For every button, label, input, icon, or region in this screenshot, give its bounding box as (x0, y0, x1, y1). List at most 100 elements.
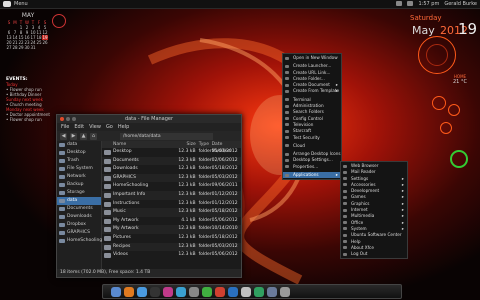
table-row[interactable]: Pictures 12.3 kB folder 05/18/2012 (102, 234, 241, 243)
menu-item-icon (343, 170, 347, 174)
menu-edit[interactable]: Edit (74, 123, 84, 131)
menu-item-icon (343, 221, 347, 225)
volume-icon[interactable] (407, 1, 414, 6)
sidebar-item[interactable]: data (57, 141, 101, 149)
file-name: Recipes (113, 243, 131, 249)
folder-icon (104, 184, 111, 190)
home-icon[interactable]: ⌂ (90, 132, 97, 140)
chat-icon[interactable] (202, 286, 212, 297)
menu-item[interactable]: Cloud (283, 143, 341, 149)
photos-icon[interactable] (176, 286, 186, 297)
table-row[interactable]: Music 12.3 kB folder 05/18/2012 (102, 208, 241, 217)
chevron-right-icon: ▸ (335, 88, 338, 94)
terminal-icon[interactable] (150, 286, 160, 297)
file-name: GRAPHICS (113, 174, 136, 180)
menu-item[interactable]: Create From Template ▸ (283, 88, 341, 94)
event-item[interactable]: • Flower shop run (6, 117, 58, 122)
forward-icon[interactable]: ▶ (70, 132, 77, 140)
settings-icon[interactable] (189, 286, 199, 297)
file-type: folder (198, 234, 212, 240)
table-row[interactable]: My Artwork 4.1 kB folder 05/06/2012 (102, 217, 241, 226)
menu-item[interactable]: Properties... (283, 164, 341, 170)
sidebar-item[interactable]: Dropbox (57, 221, 101, 229)
menu-go[interactable]: Go (106, 123, 113, 131)
table-row[interactable]: Instructions 12.3 kB folder 01/12/2012 (102, 200, 241, 209)
browser-icon[interactable] (124, 286, 134, 297)
trash-icon[interactable] (280, 286, 290, 297)
sidebar-item[interactable]: Downloads (57, 213, 101, 221)
menu-item[interactable]: Test Security (283, 135, 341, 141)
minimize-icon[interactable] (66, 117, 70, 121)
folder-icon (59, 239, 65, 243)
table-row[interactable]: Important Info 12.3 kB folder 01/12/2012 (102, 190, 241, 200)
clock-label[interactable]: 1:57 pm (418, 1, 439, 7)
file-manager-window: data - File Manager File Edit View Go Help ◀… (56, 114, 242, 278)
cpu-gauge-icon (432, 96, 446, 110)
window-titlebar[interactable]: data - File Manager (57, 115, 241, 123)
sidebar-item[interactable]: GRAPHICS (57, 229, 101, 237)
menu-item-label: Office (351, 219, 364, 225)
activity-dial-icon (450, 150, 468, 168)
sidebar-item-label: Documents (67, 206, 93, 211)
sidebar-item[interactable]: HomeSchooling (57, 237, 102, 245)
sidebar-item[interactable]: Network (57, 173, 101, 181)
file-type: folder (198, 149, 212, 154)
folder-icon (104, 227, 111, 233)
sidebar-item[interactable]: Storage (57, 189, 101, 197)
table-row[interactable]: My Artwork 12.3 kB folder 10/14/2010 (102, 225, 241, 234)
table-row[interactable]: GRAPHICS 12.3 kB folder 05/03/2012 (102, 173, 241, 183)
files-icon[interactable] (267, 286, 277, 297)
table-row[interactable]: Videos 12.3 kB folder 05/06/2012 (102, 251, 241, 260)
sidebar-item[interactable]: Backup (57, 181, 101, 189)
app-menu-label[interactable]: Menu (14, 1, 28, 7)
table-row[interactable]: Documents 12.3 kB folder 02/06/2012 (102, 156, 241, 166)
table-row[interactable]: HomeSchooling 12.3 kB folder 09/06/2011 (102, 182, 241, 191)
menu-item[interactable]: Log Out (341, 251, 407, 257)
sidebar-item[interactable]: File System (57, 165, 101, 173)
menu-item[interactable]: Applications ▸ (283, 172, 341, 179)
menu-item-icon (343, 164, 347, 168)
menu-help[interactable]: Help (118, 123, 129, 131)
network-icon[interactable] (396, 1, 403, 6)
folder-icon (59, 167, 65, 171)
mail-icon[interactable] (137, 286, 147, 297)
weather-widget: HOME 21 °C (453, 74, 467, 85)
file-name: Pictures (113, 234, 131, 240)
table-row[interactable]: Recipes 12.3 kB folder 05/03/2012 (102, 242, 241, 252)
finder-icon[interactable] (111, 286, 121, 297)
menu-item-label: Cloud (293, 142, 305, 148)
menu-bar: File Edit View Go Help (57, 123, 241, 131)
column-header[interactable]: Size (170, 141, 199, 148)
file-name-cell: Music (102, 208, 170, 217)
up-icon[interactable]: ▲ (80, 132, 87, 140)
sidebar-item[interactable]: data (57, 197, 101, 205)
menu-view[interactable]: View (89, 123, 101, 131)
menu-logo-icon[interactable] (3, 1, 11, 7)
menu-item[interactable]: Open in New Window (283, 55, 341, 61)
analog-clock-icon (52, 14, 66, 28)
sidebar-item[interactable]: Documents (57, 205, 101, 213)
sidebar-item[interactable]: Desktop (57, 149, 101, 157)
office-icon[interactable] (228, 286, 238, 297)
file-size: 12.3 kB (178, 209, 196, 215)
column-header[interactable]: Type (199, 141, 212, 148)
back-icon[interactable]: ◀ (60, 132, 67, 140)
sidebar-item[interactable]: Trash (57, 157, 101, 165)
column-header[interactable]: Date Modified (212, 141, 241, 154)
menu-file[interactable]: File (61, 123, 69, 131)
path-bar[interactable]: /home/data/data (120, 132, 213, 140)
table-row[interactable]: Downloads 12.3 kB folder 05/18/2012 (102, 165, 241, 174)
video-icon[interactable] (215, 286, 225, 297)
menu-item-label: About Xfce (351, 244, 374, 250)
user-name-label[interactable]: Gerald Burke (444, 1, 477, 7)
file-name-cell: My Artwork (102, 225, 170, 234)
music-icon[interactable] (163, 286, 173, 297)
maximize-icon[interactable] (72, 117, 76, 121)
column-header[interactable]: Name (102, 141, 170, 148)
download-icon[interactable] (254, 286, 264, 297)
sidebar-item-label: Trash (67, 158, 79, 163)
table-row[interactable]: Desktop 12.3 kB folder 05/03/2012 (102, 148, 241, 157)
calendar-icon[interactable] (241, 286, 251, 297)
menu-item-label: Mail Reader (351, 169, 376, 175)
close-icon[interactable] (60, 117, 64, 121)
